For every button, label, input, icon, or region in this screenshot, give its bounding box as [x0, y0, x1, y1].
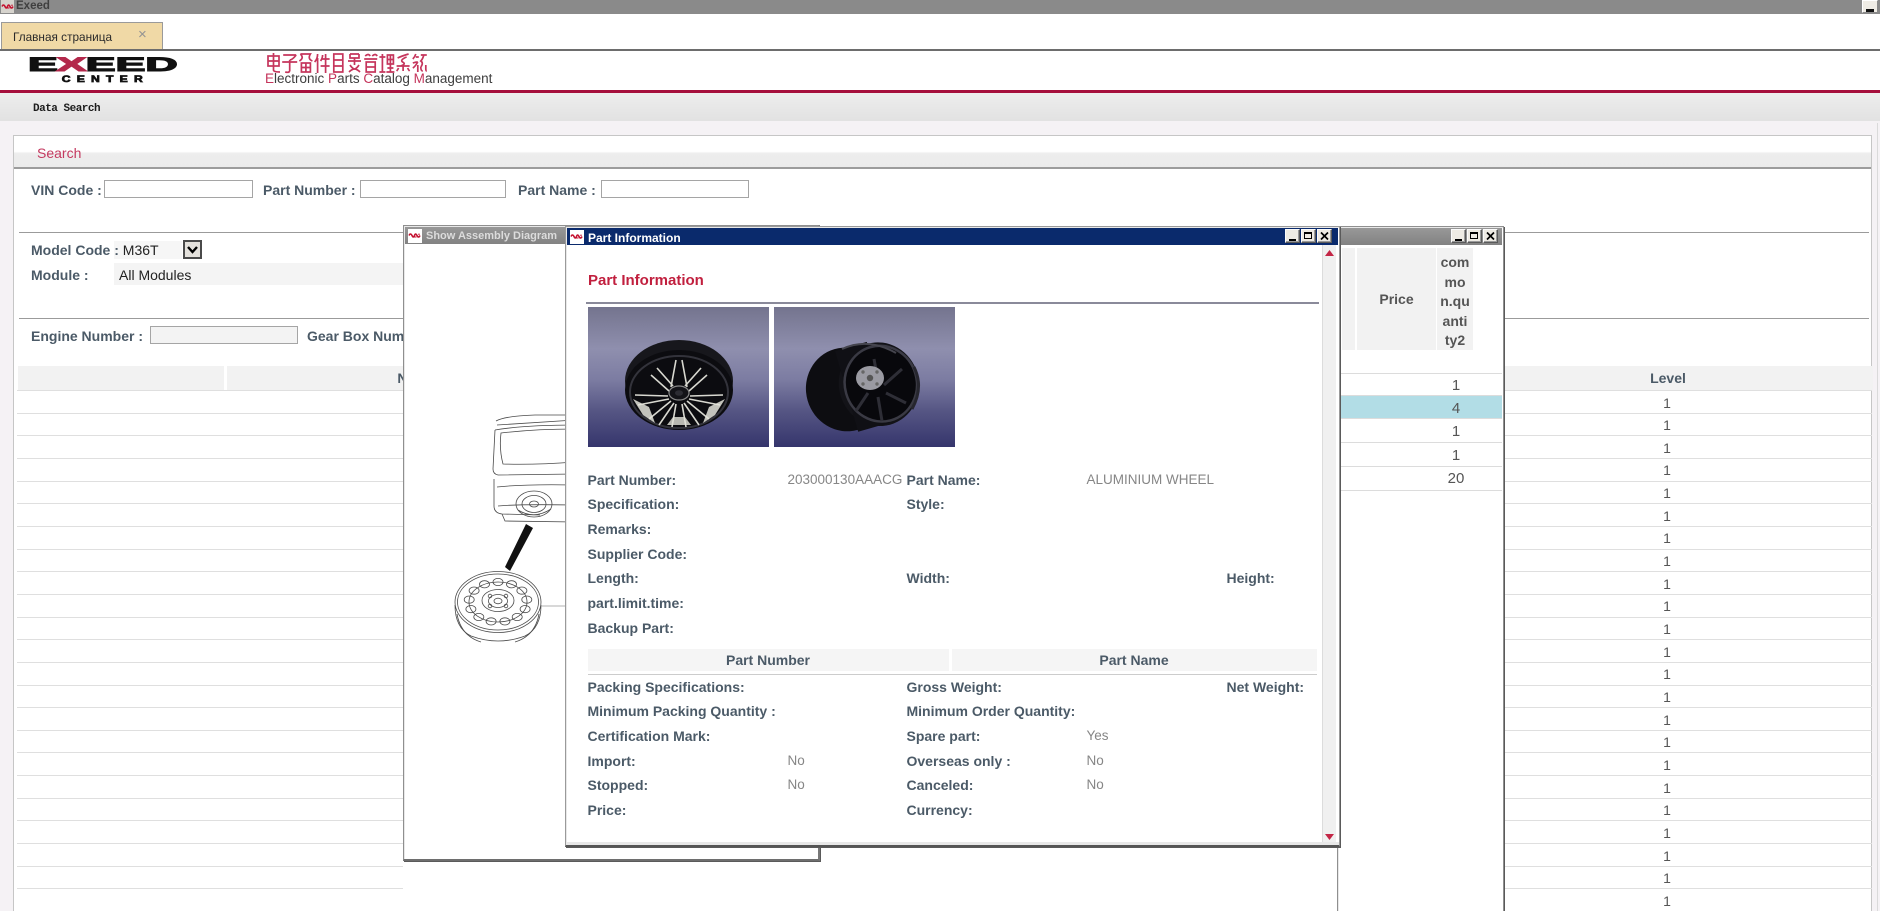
- svg-text:E: E: [28, 54, 58, 75]
- svg-text:EED: EED: [86, 54, 178, 75]
- svg-text:CENTER: CENTER: [62, 74, 149, 84]
- svg-text:X: X: [57, 54, 87, 75]
